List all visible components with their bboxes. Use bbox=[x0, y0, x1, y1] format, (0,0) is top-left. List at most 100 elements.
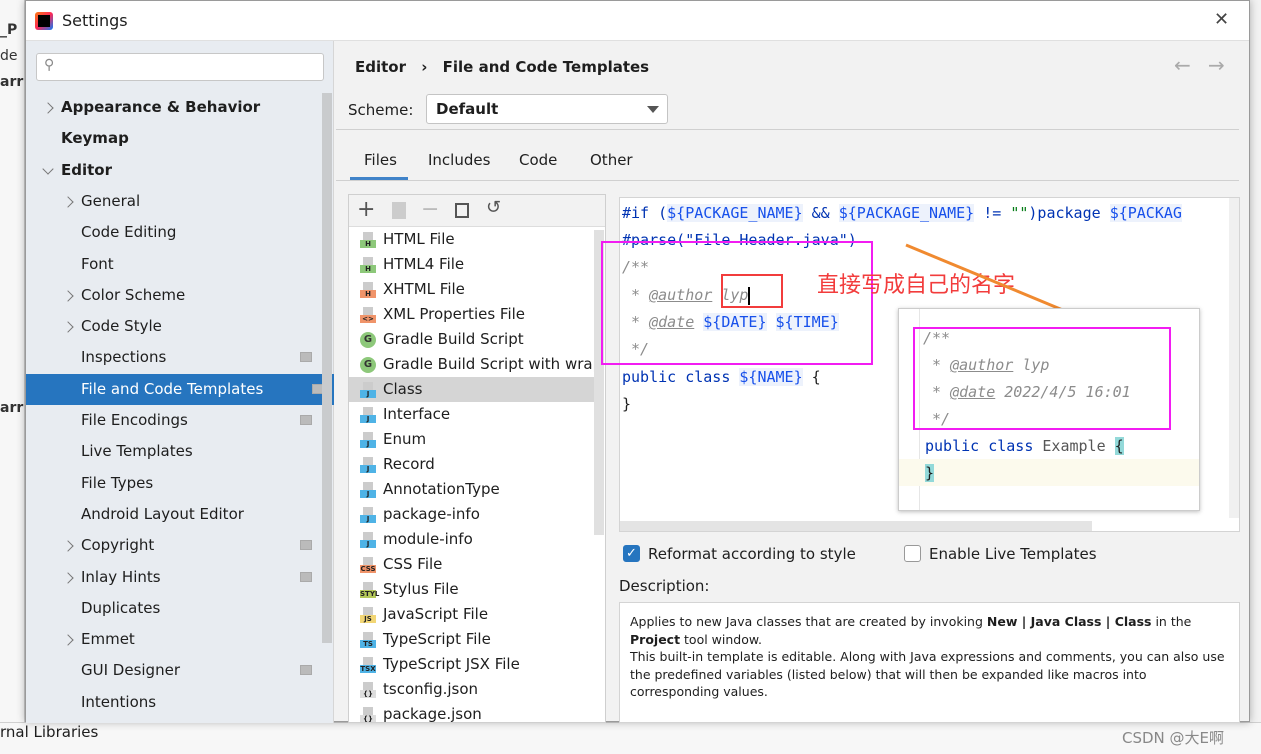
sidebar-item[interactable]: Color Scheme bbox=[26, 280, 322, 311]
search-input[interactable]: ⚲ bbox=[36, 53, 324, 81]
sidebar-item[interactable]: Editor bbox=[26, 155, 322, 186]
chevron-right-icon[interactable] bbox=[62, 321, 74, 333]
template-item[interactable]: H XHTML File bbox=[349, 277, 594, 302]
live-templates-label[interactable]: Enable Live Templates bbox=[929, 545, 1097, 563]
add-child-template-icon[interactable] bbox=[392, 202, 406, 219]
template-label: module-info bbox=[383, 530, 473, 548]
breadcrumb-parent[interactable]: Editor bbox=[355, 58, 406, 76]
sidebar-scrollbar[interactable] bbox=[322, 93, 332, 643]
chevron-down-icon[interactable] bbox=[42, 162, 54, 175]
sidebar-item[interactable]: GUI Designer bbox=[26, 655, 322, 686]
template-item[interactable]: J Class bbox=[349, 377, 594, 402]
reset-icon[interactable]: ↺ bbox=[486, 197, 501, 218]
template-label: TypeScript File bbox=[383, 630, 491, 648]
search-icon: ⚲ bbox=[44, 57, 55, 73]
code-token: && bbox=[802, 204, 839, 222]
bg-text: arr bbox=[0, 400, 24, 416]
template-label: Enum bbox=[383, 430, 427, 448]
sidebar-item-label: Keymap bbox=[61, 129, 129, 148]
close-button[interactable]: ✕ bbox=[1214, 9, 1229, 30]
code-token: public class bbox=[622, 368, 740, 386]
copy-template-icon[interactable] bbox=[455, 203, 469, 218]
sidebar-item-label: GUI Designer bbox=[81, 661, 180, 680]
template-item[interactable]: TS TypeScript File bbox=[349, 627, 594, 652]
template-item[interactable]: J Record bbox=[349, 452, 594, 477]
template-item[interactable]: Jmodule-info bbox=[349, 527, 594, 552]
tab-files[interactable]: Files bbox=[364, 151, 397, 169]
gradle-icon: G bbox=[360, 332, 376, 348]
template-item[interactable]: H HTML4 File bbox=[349, 252, 594, 277]
chevron-right-icon[interactable] bbox=[42, 102, 54, 114]
add-template-button[interactable]: + bbox=[357, 197, 375, 222]
chevron-right-icon[interactable] bbox=[62, 196, 74, 208]
reformat-checkbox[interactable]: ✓ bbox=[623, 545, 640, 562]
sidebar-item[interactable]: Intentions bbox=[26, 687, 322, 718]
back-button[interactable]: ← bbox=[1174, 53, 1191, 77]
sidebar-item[interactable]: File Types bbox=[26, 468, 322, 499]
search-field[interactable] bbox=[65, 56, 315, 78]
file-type-icon: TS bbox=[360, 632, 376, 648]
editor-v-scrollbar[interactable] bbox=[1229, 198, 1239, 518]
file-type-icon: J bbox=[360, 457, 376, 473]
editor-h-scrollbar[interactable] bbox=[620, 521, 1092, 531]
code-token: Example bbox=[1042, 437, 1115, 455]
sidebar-item[interactable]: Emmet bbox=[26, 624, 322, 655]
sidebar-item[interactable]: Duplicates bbox=[26, 593, 322, 624]
template-item[interactable]: G Gradle Build Script bbox=[349, 327, 594, 352]
template-item[interactable]: J Enum bbox=[349, 427, 594, 452]
project-scope-icon bbox=[300, 540, 312, 551]
file-type-icon: CSS bbox=[360, 557, 376, 573]
template-item[interactable]: J AnnotationType bbox=[349, 477, 594, 502]
desc-text: This built-in template is editable. Alon… bbox=[630, 649, 1225, 699]
template-item[interactable]: CSS CSS File bbox=[349, 552, 594, 577]
template-item[interactable]: J Interface bbox=[349, 402, 594, 427]
template-label: Interface bbox=[383, 405, 451, 423]
sidebar-item[interactable]: General bbox=[26, 186, 322, 217]
sidebar-item[interactable]: Live Templates bbox=[26, 436, 322, 467]
description-box: Applies to new Java classes that are cre… bbox=[619, 602, 1240, 723]
template-label: Class bbox=[383, 380, 423, 398]
tab-code[interactable]: Code bbox=[519, 151, 557, 169]
sidebar-item[interactable]: Inlay Hints bbox=[26, 562, 322, 593]
code-token: ${PACKAGE_NAME} bbox=[838, 204, 975, 222]
bg-external-libraries: rnal Libraries bbox=[0, 723, 99, 741]
template-item[interactable]: {} tsconfig.json bbox=[349, 677, 594, 702]
template-item[interactable]: <> XML Properties File bbox=[349, 302, 594, 327]
chevron-right-icon[interactable] bbox=[62, 290, 74, 302]
sidebar-item[interactable]: Font bbox=[26, 249, 322, 280]
sidebar-item[interactable]: Copyright bbox=[26, 530, 322, 561]
template-item[interactable]: STYL Stylus File bbox=[349, 577, 594, 602]
remove-template-button[interactable]: − bbox=[421, 197, 439, 222]
chevron-right-icon[interactable] bbox=[62, 571, 74, 584]
file-type-icon: J bbox=[360, 532, 376, 548]
sidebar-item[interactable]: Code Style bbox=[26, 311, 322, 342]
sidebar-item[interactable]: Inspections bbox=[26, 342, 322, 373]
template-item[interactable]: H HTML File bbox=[349, 227, 594, 252]
code-token: #if ( bbox=[622, 204, 668, 222]
forward-button[interactable]: → bbox=[1208, 53, 1225, 77]
chevron-right-icon[interactable] bbox=[62, 634, 74, 646]
sidebar-item-label: File Types bbox=[81, 473, 154, 492]
template-label: HTML File bbox=[383, 230, 455, 248]
sidebar-item[interactable]: File and Code Templates bbox=[26, 373, 334, 405]
tab-includes[interactable]: Includes bbox=[428, 151, 490, 169]
template-label: CSS File bbox=[383, 555, 443, 573]
template-label: TypeScript JSX File bbox=[383, 655, 520, 673]
template-item[interactable]: {} package.json bbox=[349, 702, 594, 722]
sidebar-item[interactable]: Code Editing bbox=[26, 217, 322, 248]
template-item[interactable]: G Gradle Build Script with wrapper bbox=[349, 352, 594, 377]
template-item[interactable]: Jpackage-info bbox=[349, 502, 594, 527]
template-item[interactable]: JS JavaScript File bbox=[349, 602, 594, 627]
template-item[interactable]: TSX TypeScript JSX File bbox=[349, 652, 594, 677]
live-templates-checkbox[interactable] bbox=[904, 545, 921, 562]
sidebar-item[interactable]: File Encodings bbox=[26, 405, 322, 436]
template-label: Record bbox=[383, 455, 435, 473]
scheme-dropdown[interactable]: Default bbox=[426, 94, 668, 124]
sidebar-item[interactable]: Android Layout Editor bbox=[26, 499, 322, 530]
sidebar-item[interactable]: Appearance & Behavior bbox=[26, 92, 322, 123]
sidebar-item[interactable]: Keymap bbox=[26, 123, 322, 154]
reformat-label[interactable]: Reformat according to style bbox=[648, 545, 856, 563]
tab-other[interactable]: Other bbox=[590, 151, 633, 169]
file-type-icon: <> bbox=[360, 307, 376, 323]
chevron-right-icon[interactable] bbox=[62, 540, 74, 552]
